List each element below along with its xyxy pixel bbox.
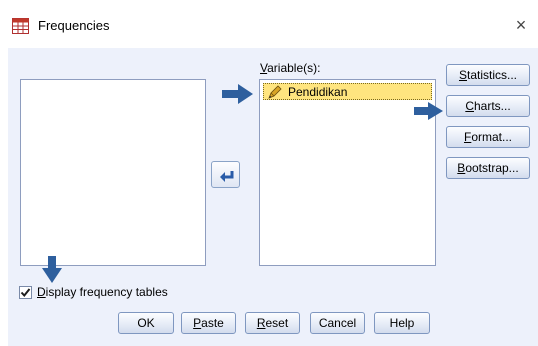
frequencies-table-icon	[12, 18, 29, 34]
dialog-body: Variable(s): Pendidikan Statistics... Ch…	[8, 48, 538, 346]
variable-name: Pendidikan	[288, 84, 348, 99]
display-frequency-tables-checkbox[interactable]	[19, 286, 32, 299]
cancel-button[interactable]: Cancel	[310, 312, 365, 334]
paste-button[interactable]: Paste	[181, 312, 236, 334]
window-title: Frequencies	[38, 18, 110, 33]
variables-label: Variable(s):	[260, 61, 321, 75]
move-variable-button[interactable]	[211, 161, 240, 188]
bootstrap-button[interactable]: Bootstrap...	[446, 157, 530, 179]
reset-button[interactable]: Reset	[245, 312, 300, 334]
move-back-arrow-icon	[220, 171, 234, 182]
ok-button[interactable]: OK	[118, 312, 174, 334]
list-item[interactable]: Pendidikan	[263, 83, 432, 100]
charts-button[interactable]: Charts...	[446, 95, 530, 117]
checkmark-icon	[20, 288, 31, 298]
title-bar: Frequencies ×	[0, 0, 538, 48]
statistics-button[interactable]: Statistics...	[446, 64, 530, 86]
annotation-arrow-down	[42, 256, 62, 283]
selected-variable-list[interactable]: Pendidikan	[259, 79, 436, 266]
annotation-arrow-right	[414, 102, 443, 120]
close-button[interactable]: ×	[510, 12, 532, 38]
annotation-arrow-right	[222, 84, 253, 104]
help-button[interactable]: Help	[374, 312, 430, 334]
format-button[interactable]: Format...	[446, 126, 530, 148]
ruler-pencil-icon	[268, 84, 282, 99]
source-variable-list[interactable]	[20, 79, 206, 266]
display-frequency-tables-label[interactable]: Display frequency tables	[37, 285, 168, 299]
